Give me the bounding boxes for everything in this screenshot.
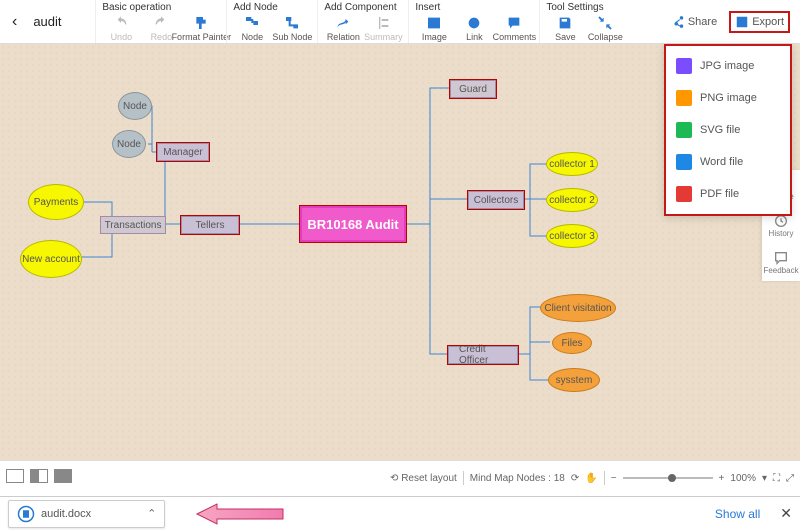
zoom-out-button[interactable]: − [611,473,617,484]
node-transactions[interactable]: Transactions [100,216,166,234]
export-button[interactable]: Export [729,11,790,33]
node-tellers[interactable]: Tellers [181,216,239,234]
share-button[interactable]: Share [665,11,723,33]
add-subnode-button[interactable]: Sub Node [273,15,311,42]
insert-image-button[interactable]: Image [415,15,453,42]
close-download-bar[interactable]: ✕ [780,505,792,522]
top-toolbar: ‹ audit Basic operation Undo Redo Format… [0,0,800,44]
insert-link-button[interactable]: Link [455,15,493,42]
back-button[interactable]: ‹ [4,0,25,43]
fullscreen-icon[interactable]: ⤢ [786,473,794,484]
export-png[interactable]: PNG image [666,82,790,114]
insert-comments-button[interactable]: Comments [495,15,533,42]
view-mode-1[interactable] [6,469,24,483]
add-node-button[interactable]: Node [233,15,271,42]
reset-layout-button[interactable]: ⟲ Reset layout [390,473,457,484]
download-filename: audit.docx [41,508,91,520]
download-bar: audit.docx ⌃ Show all ✕ [0,496,800,530]
fit-screen-icon[interactable]: ⛶ [773,473,780,484]
save-button[interactable]: Save [546,15,584,42]
group-insert: Insert Image Link Comments [408,0,539,43]
document-title[interactable]: audit [25,0,95,43]
zoom-slider[interactable] [623,477,713,479]
group-label: Tool Settings [546,2,624,13]
group-basic-operation: Basic operation Undo Redo Format Painter [95,0,226,43]
annotation-arrow [195,502,285,526]
node-node2[interactable]: Node [112,130,146,158]
node-credit-officer[interactable]: Credit Officer [448,346,518,364]
node-system[interactable]: sysstem [548,368,600,392]
node-manager[interactable]: Manager [157,143,209,161]
node-files[interactable]: Files [552,332,592,354]
root-node[interactable]: BR10168 Audit [300,206,406,242]
side-feedback[interactable]: Feedback [762,244,800,281]
chevron-up-icon[interactable]: ⌃ [147,507,156,520]
download-chip[interactable]: audit.docx ⌃ [8,500,165,528]
node-new-account[interactable]: New account [20,240,82,278]
bottom-gutter: ⟲ Reset layout Mind Map Nodes : 18 ⟳ ✋ −… [0,460,800,496]
export-pdf[interactable]: PDF file [666,178,790,210]
node-collector1[interactable]: collector 1 [546,152,598,176]
group-label: Insert [415,2,533,13]
node-collector2[interactable]: collector 2 [546,188,598,212]
export-menu: JPG image PNG image SVG file Word file P… [664,44,792,216]
undo-button[interactable]: Undo [102,15,140,42]
view-mode-3[interactable] [54,469,72,483]
summary-button[interactable]: Summary [364,15,402,42]
group-add-component: Add Component Relation Summary [317,0,408,43]
node-payments[interactable]: Payments [28,184,84,220]
node-count: Mind Map Nodes : 18 [470,473,565,484]
format-painter-button[interactable]: Format Painter [182,15,220,42]
show-all-link[interactable]: Show all [715,507,760,521]
export-jpg[interactable]: JPG image [666,50,790,82]
node-collectors[interactable]: Collectors [468,191,524,209]
node-collector3[interactable]: collector 3 [546,224,598,248]
group-label: Basic operation [102,2,220,13]
group-add-node: Add Node Node Sub Node [226,0,317,43]
export-word[interactable]: Word file [666,146,790,178]
word-file-icon [17,505,35,523]
group-label: Add Component [324,2,402,13]
zoom-dropdown-icon[interactable]: ▾ [762,473,767,484]
refresh-icon[interactable]: ⟳ [571,473,579,484]
group-tool-settings: Tool Settings Save Collapse [539,0,630,43]
node-node1[interactable]: Node [118,92,152,120]
view-mode-2[interactable] [30,469,48,483]
hand-tool-icon[interactable]: ✋ [585,473,597,484]
relation-button[interactable]: Relation [324,15,362,42]
group-label: Add Node [233,2,311,13]
collapse-button[interactable]: Collapse [586,15,624,42]
zoom-in-button[interactable]: + [719,473,725,484]
zoom-value: 100% [730,473,756,484]
export-svg[interactable]: SVG file [666,114,790,146]
node-guard[interactable]: Guard [450,80,496,98]
node-client-visitation[interactable]: Client visitation [540,294,616,322]
